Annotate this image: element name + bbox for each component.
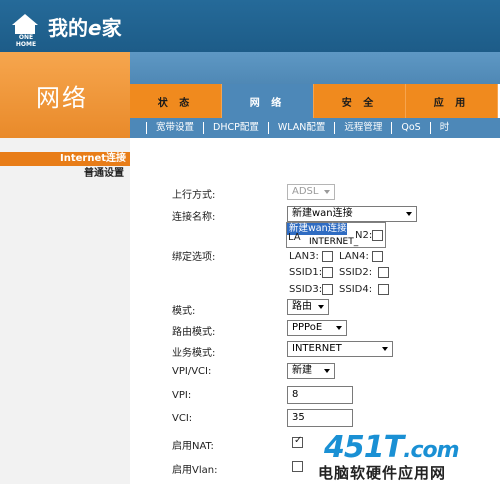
chevron-down-icon xyxy=(336,326,342,330)
subnav-qos[interactable]: QoS xyxy=(391,122,429,134)
chevron-down-icon xyxy=(318,305,324,309)
subnav-remote[interactable]: 远程管理 xyxy=(334,122,391,134)
ssid1-label: SSID1: xyxy=(289,267,323,278)
ssid4-checkbox[interactable] xyxy=(378,284,389,295)
vpi-input[interactable]: 8 xyxy=(287,386,353,404)
service-mode-label: 业务模式: xyxy=(172,348,216,359)
vci-input[interactable]: 35 xyxy=(287,409,353,427)
mode-label: 模式: xyxy=(172,306,196,317)
tab-network[interactable]: 网 络 xyxy=(222,84,314,118)
ssid3-label: SSID3: xyxy=(289,284,323,295)
lan1-label: LA xyxy=(288,232,301,243)
brand-name: 我的e家 xyxy=(48,16,122,40)
ssid3-checkbox[interactable] xyxy=(322,284,333,295)
vci-label: VCI: xyxy=(172,413,193,424)
conn-name-select[interactable]: 新建wan连接 xyxy=(287,206,417,222)
lan2-label: N2: xyxy=(355,230,373,241)
mode-select[interactable]: 路由 xyxy=(287,299,329,315)
subnav-dhcp[interactable]: DHCP配置 xyxy=(203,122,268,134)
conn-name-label: 连接名称: xyxy=(172,212,216,223)
lan4-checkbox[interactable] xyxy=(372,251,383,262)
tab-application[interactable]: 应 用 xyxy=(406,84,498,118)
main-tabs: 状 态 网 络 安 全 应 用 xyxy=(130,84,500,118)
header-bar: ONE HOME 我的e家 xyxy=(0,0,500,52)
vlan-label: 启用Vlan: xyxy=(172,465,218,476)
route-mode-select[interactable]: PPPoE xyxy=(287,320,347,336)
chevron-down-icon xyxy=(324,190,330,194)
nat-label: 启用NAT: xyxy=(172,441,214,452)
lan3-checkbox[interactable] xyxy=(322,251,333,262)
ssid2-checkbox[interactable] xyxy=(378,267,389,278)
chevron-down-icon xyxy=(382,347,388,351)
sub-navigation: 宽带设置 DHCP配置 WLAN配置 远程管理 QoS 时 xyxy=(130,118,500,138)
route-mode-label: 路由模式: xyxy=(172,327,216,338)
bind-label: 绑定选项: xyxy=(172,252,216,263)
uplink-select[interactable]: ADSL xyxy=(287,184,335,200)
chevron-down-icon xyxy=(324,369,330,373)
dropdown-option-internet[interactable]: INTERNET_ xyxy=(309,237,358,247)
watermark-logo: 451T.com xyxy=(324,430,460,465)
vpi-label: VPI: xyxy=(172,390,192,401)
lan3-label: LAN3: xyxy=(289,251,319,262)
watermark-text: 电脑软硬件应用网 xyxy=(318,464,447,482)
ssid4-label: SSID4: xyxy=(339,284,373,295)
service-mode-select[interactable]: INTERNET xyxy=(287,341,393,357)
vpivci-label: VPI/VCI: xyxy=(172,366,212,377)
vpivci-select[interactable]: 新建 xyxy=(287,363,335,379)
lan4-label: LAN4: xyxy=(339,251,369,262)
lan2-checkbox[interactable] xyxy=(372,230,383,241)
house-icon: ONE HOME xyxy=(8,13,42,48)
left-menu xyxy=(0,138,130,484)
ssid1-checkbox[interactable] xyxy=(322,267,333,278)
section-title: 网络 xyxy=(36,84,88,112)
subnav-broadband[interactable]: 宽带设置 xyxy=(146,122,203,134)
tab-status[interactable]: 状 态 xyxy=(130,84,222,118)
ssid2-label: SSID2: xyxy=(339,267,373,278)
nat-checkbox[interactable] xyxy=(292,435,303,448)
subnav-time[interactable]: 时 xyxy=(429,122,459,134)
left-menu-general[interactable]: 普通设置 xyxy=(0,167,130,181)
brand-logo: ONE HOME 我的e家 xyxy=(8,12,122,48)
uplink-label: 上行方式: xyxy=(172,190,216,201)
vlan-checkbox[interactable] xyxy=(292,461,303,472)
tab-security[interactable]: 安 全 xyxy=(314,84,406,118)
chevron-down-icon xyxy=(406,212,412,216)
watermark: 451T.com 电脑软硬件应用网 xyxy=(318,428,498,484)
left-menu-internet[interactable]: Internet连接 xyxy=(0,152,130,166)
subnav-wlan[interactable]: WLAN配置 xyxy=(267,122,335,134)
